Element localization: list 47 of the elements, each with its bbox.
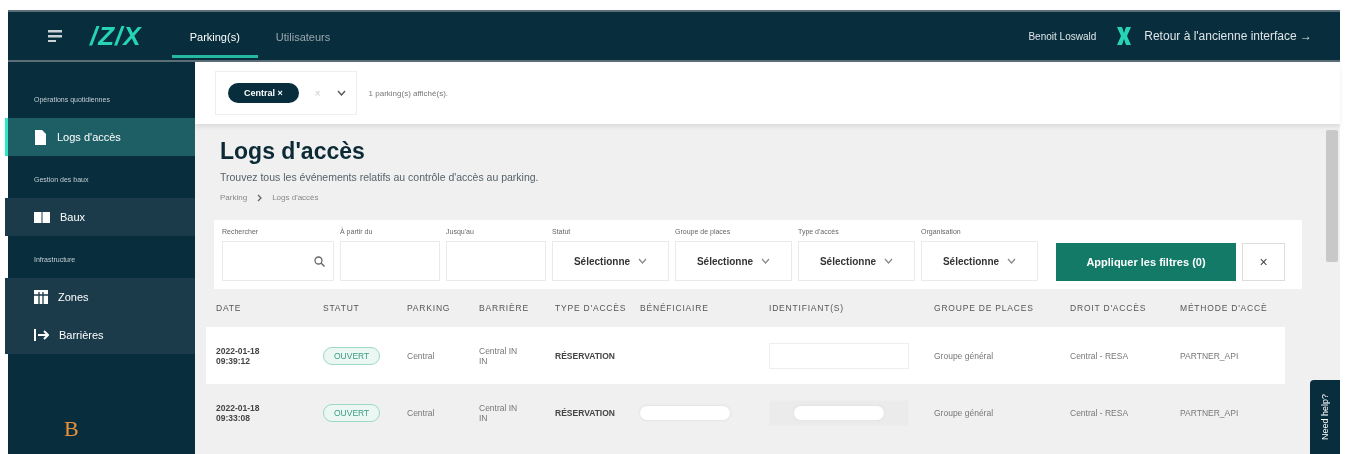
select-field[interactable]: Sélectionne [675, 241, 792, 281]
menu-icon[interactable] [48, 30, 62, 42]
document-icon [34, 129, 47, 145]
book-icon [34, 210, 50, 224]
select-field[interactable]: Sélectionne [552, 241, 669, 281]
table-cell: 2022-01-18 09:39:12 [206, 327, 313, 384]
help-tab[interactable]: Need help? [1310, 380, 1340, 454]
chevron-down-icon [1007, 258, 1017, 264]
page-title: Logs d'accès [220, 138, 366, 165]
reset-filters-button[interactable]: × [1242, 243, 1285, 281]
nav-tab[interactable]: Parking(s) [171, 17, 258, 58]
apply-filters-button[interactable]: Appliquer les filtres (0) [1056, 243, 1236, 281]
scrollbar[interactable] [1326, 130, 1338, 262]
select-field[interactable]: Sélectionne [798, 241, 915, 281]
parking-select[interactable]: Central × × [215, 71, 357, 115]
grid-icon [34, 290, 48, 304]
sidebar-item[interactable]: Baux [5, 198, 195, 236]
app-logo: /Z/X [90, 20, 142, 52]
nav-tab[interactable]: Utilisateurs [257, 17, 349, 58]
sidebar-item[interactable]: Zones [5, 278, 195, 316]
sidebar-item[interactable]: Logs d'accès [5, 118, 195, 156]
table-cell: Groupe général [924, 327, 1060, 384]
table-cell: PARTNER_API [1170, 327, 1285, 384]
chevron-down-icon [884, 258, 894, 264]
search-icon [314, 255, 325, 267]
status-badge: OUVERT [323, 346, 381, 365]
status-badge: OUVERT [323, 403, 381, 422]
table-cell: Central - RESA [1060, 327, 1170, 384]
x-logo-icon [1116, 27, 1133, 45]
table-cell: Central [397, 327, 469, 384]
parking-chip[interactable]: Central × [228, 83, 299, 103]
user-name[interactable]: Benoit Loswald [1028, 30, 1097, 42]
page-subtitle: Trouvez tous les événements relatifs au contrôle d'accès au parking. [220, 171, 540, 183]
parking-count: 1 parking(s) affiché(s). [368, 88, 449, 98]
exit-icon [34, 328, 49, 342]
chevron-down-icon [761, 258, 771, 264]
select-field[interactable]: Sélectionne [921, 241, 1038, 281]
letter-mark: B [64, 416, 79, 442]
chevron-down-icon [638, 258, 648, 264]
chevron-right-icon [257, 193, 263, 202]
table-cell: RÉSERVATION [545, 327, 630, 384]
search-field[interactable] [222, 241, 334, 281]
chevron-down-icon[interactable] [336, 90, 346, 96]
sidebar-item[interactable]: Barrières [5, 316, 195, 354]
table-cell: Central IN IN [469, 327, 545, 384]
back-link[interactable]: Retour à l'ancienne interface → [1144, 29, 1312, 43]
breadcrumb-item: Logs d'accès [272, 193, 319, 202]
